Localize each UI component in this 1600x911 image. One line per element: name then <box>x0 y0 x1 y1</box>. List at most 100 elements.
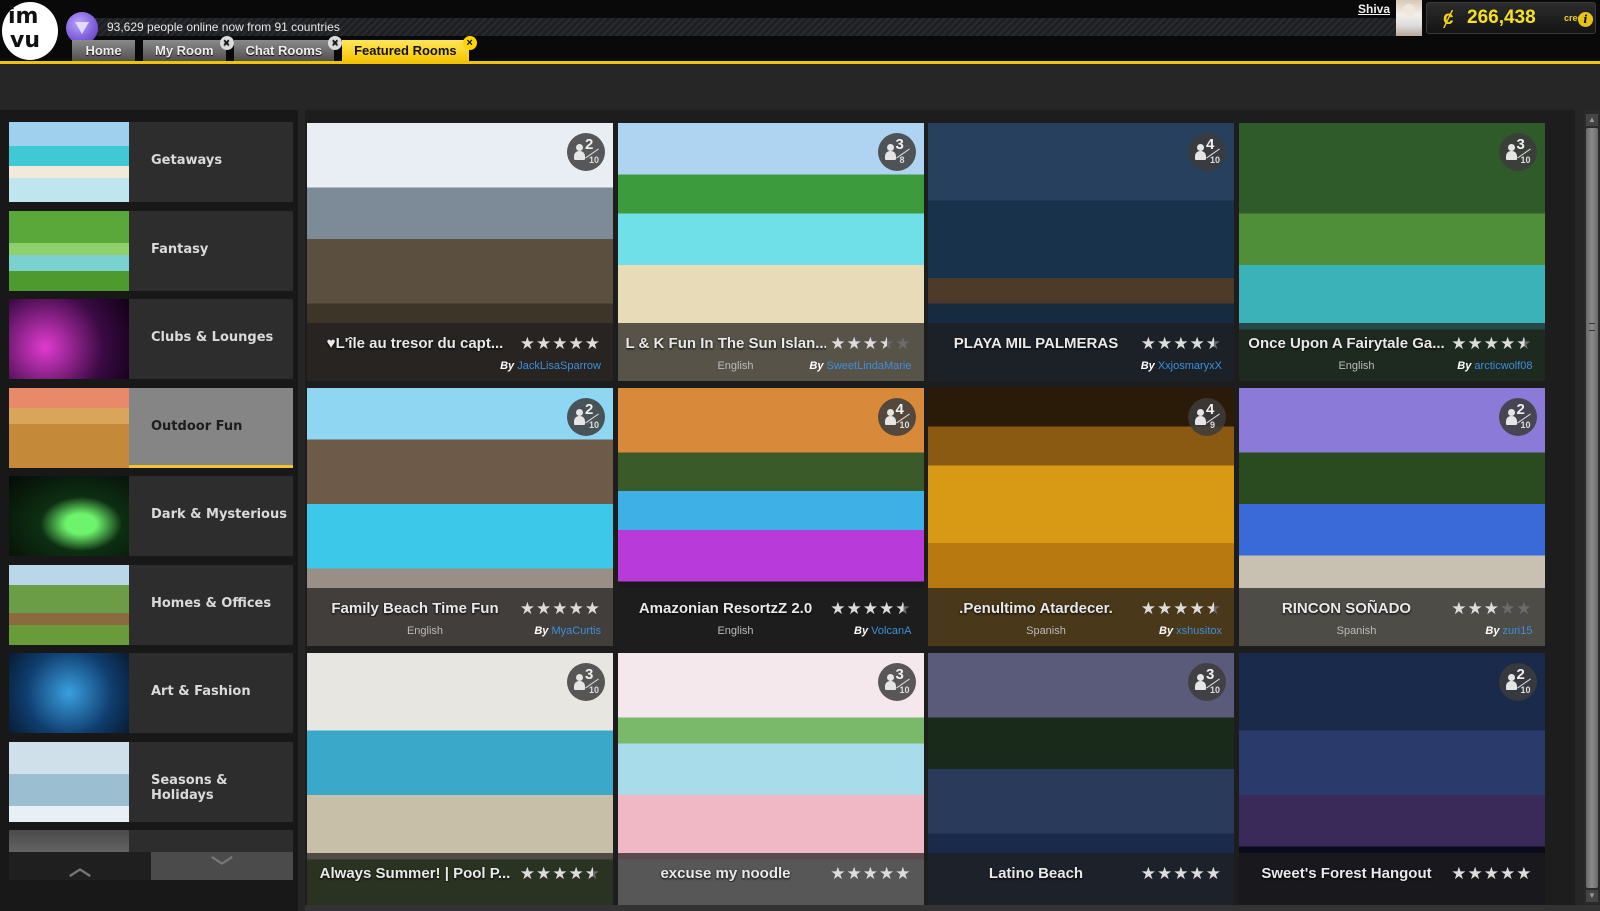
sidebar-item-homes-offices[interactable]: Homes & Offices <box>9 564 293 645</box>
star-full-icon: ★ <box>536 599 553 618</box>
scroll-up-arrow-icon[interactable]: ▲ <box>1586 114 1598 126</box>
author-link[interactable]: JackLisaSparrow <box>517 360 601 372</box>
tab-label: Home <box>85 43 122 58</box>
author-link[interactable]: SweetLindaMarie <box>827 360 912 372</box>
star-full-icon: ★ <box>1451 334 1468 353</box>
room-card[interactable]: 3 10 Latino Beach ★★★★★ <box>928 653 1234 911</box>
room-rating: ★★★★★ <box>520 599 601 619</box>
close-icon[interactable]: × <box>328 36 343 50</box>
star-full-icon: ★ <box>552 599 569 618</box>
room-rating: ★★★★★ <box>520 864 601 884</box>
category-thumbnail <box>9 210 129 291</box>
room-rating: ★★★★★ <box>1451 599 1532 619</box>
credits-panel[interactable]: ȼ 266,438 credits i <box>1426 2 1596 34</box>
author-link[interactable]: zuri15 <box>1503 625 1533 637</box>
room-title[interactable]: .Penultimo Atardecer. <box>936 600 1136 617</box>
room-card[interactable]: 2 10 Family Beach Time Fun ★★★★★ English By M… <box>307 388 613 646</box>
sidebar-item-seasons-holidays[interactable]: Seasons & Holidays <box>9 741 293 822</box>
sidebar-item-outdoor-fun[interactable]: Outdoor Fun <box>9 387 293 468</box>
by-label: By <box>500 360 515 372</box>
room-title[interactable]: Sweet's Forest Hangout <box>1247 865 1447 882</box>
star-full-icon: ★ <box>879 599 896 618</box>
room-card[interactable]: 3 10 Once Upon A Fairytale Ga... ★★★★★ Engli… <box>1238 123 1545 381</box>
star-full-icon: ★ <box>830 599 847 618</box>
author-link[interactable]: xshusitox <box>1176 625 1222 637</box>
occupancy-badge: 3 10 <box>1498 133 1537 171</box>
tab-my-room[interactable]: My Room × <box>143 36 234 62</box>
scrollbar[interactable]: ▲ ▼ <box>1584 110 1600 911</box>
tab-featured-rooms[interactable]: Featured Rooms × <box>342 36 477 62</box>
room-info-bar: L & K Fun In The Sun Islan... ★★★★★ Englis… <box>617 323 924 381</box>
sidebar-item-dark-mysterious[interactable]: Dark & Mysterious <box>9 476 293 556</box>
bottom-strip <box>305 905 1600 911</box>
room-card[interactable]: 38L & K Fun In The Sun Islan... ★★★★★ Engl… <box>617 123 924 381</box>
occupancy-badge: 4 10 <box>877 398 916 436</box>
sidebar-item-clubs-lounges[interactable]: Clubs & Lounges <box>9 299 293 379</box>
room-owner: By VolcanA <box>854 625 912 637</box>
room-card[interactable]: 2 10 ♥L'île au tresor du capt... ★★★★★ By Ja… <box>307 123 613 381</box>
author-link[interactable]: arcticwolf08 <box>1474 360 1532 372</box>
sidebar-item-fantasy[interactable]: Fantasy <box>9 210 293 291</box>
room-title[interactable]: Always Summer! | Pool P... <box>315 865 515 882</box>
star-full-icon: ★ <box>1189 334 1206 353</box>
room-title[interactable]: Once Upon A Fairytale Ga... <box>1247 335 1447 352</box>
category-thumbnail <box>9 476 129 556</box>
tab-chat-rooms[interactable]: Chat Rooms × <box>233 36 343 62</box>
grip-icon <box>1589 323 1595 331</box>
scroll-down-arrow-icon[interactable]: ▼ <box>1586 890 1598 902</box>
room-title[interactable]: Amazonian ResortzZ 2.0 <box>626 600 826 617</box>
room-title[interactable]: Family Beach Time Fun <box>315 600 515 617</box>
star-full-icon: ★ <box>1467 864 1484 883</box>
imvu-app: im vu 93,629 people online now from 91 c… <box>0 0 1600 911</box>
room-title[interactable]: RINCON SOÑADO <box>1247 600 1447 617</box>
room-rating: ★★★★★ <box>830 864 911 884</box>
room-title[interactable]: L & K Fun In The Sun Islan... <box>626 335 826 352</box>
star-full-icon: ★ <box>1173 599 1190 618</box>
room-rating: ★★★★★ <box>1141 864 1222 884</box>
star-full-icon: ★ <box>1483 864 1500 883</box>
room-info-bar: excuse my noodle ★★★★★ <box>617 853 924 911</box>
room-card[interactable]: 2 10 Sweet's Forest Hangout ★★★★★ <box>1238 653 1545 911</box>
person-icon <box>1195 144 1206 160</box>
avatar[interactable] <box>1396 0 1422 36</box>
username-link[interactable]: Shiva <box>1358 2 1390 16</box>
scroll-thumb[interactable] <box>1586 128 1598 888</box>
room-card[interactable]: 2 10 RINCON SOÑADO ★★★★★ Spanish By zuri15 <box>1238 388 1545 646</box>
room-info-bar: Latino Beach ★★★★★ <box>928 853 1234 911</box>
room-title[interactable]: PLAYA MIL PALMERAS <box>936 335 1136 352</box>
occupancy-badge: 2 10 <box>1498 398 1537 436</box>
star-full-icon: ★ <box>568 864 585 883</box>
room-title[interactable]: ♥L'île au tresor du capt... <box>315 335 515 352</box>
by-label: By <box>1159 625 1174 637</box>
room-capacity: 9 <box>1210 420 1216 430</box>
room-card[interactable]: 4 10 Amazonian ResortzZ 2.0 ★★★★★ English By … <box>617 388 924 646</box>
room-card[interactable]: 4 10 PLAYA MIL PALMERAS ★★★★★ By XxjosmaryxX <box>928 123 1234 381</box>
author-link[interactable]: VolcanA <box>871 625 911 637</box>
chevron-down-icon[interactable]: ﹀ <box>151 852 293 880</box>
room-title[interactable]: Latino Beach <box>936 865 1136 882</box>
room-capacity: 10 <box>1210 685 1221 695</box>
sidebar-item-getaways[interactable]: Getaways <box>9 122 293 202</box>
occupancy-badge: 2 10 <box>567 398 605 436</box>
star-half-icon: ★ <box>1205 334 1222 353</box>
star-full-icon: ★ <box>1451 599 1468 618</box>
top-bar: im vu 93,629 people online now from 91 c… <box>0 0 1600 64</box>
author-link[interactable]: MyaCurtis <box>551 625 601 637</box>
star-full-icon: ★ <box>1157 864 1174 883</box>
imvu-logo[interactable]: im vu <box>0 0 62 64</box>
sidebar-item-art-fashion[interactable]: Art & Fashion <box>9 653 293 733</box>
room-language: English <box>406 625 444 637</box>
room-card[interactable]: 3 10 Always Summer! | Pool P... ★★★★★ <box>307 653 613 911</box>
category-label: Art & Fashion <box>151 684 251 699</box>
tab-home[interactable]: Home <box>72 40 135 62</box>
room-title[interactable]: excuse my noodle <box>626 865 826 882</box>
occupant-count: 2 <box>585 401 594 418</box>
info-icon[interactable]: i <box>1578 12 1593 27</box>
room-card[interactable]: 3 10 excuse my noodle ★★★★★ <box>617 653 924 911</box>
chevron-up-icon[interactable]: ︿ <box>9 852 151 880</box>
author-link[interactable]: XxjosmaryxX <box>1158 360 1222 372</box>
star-empty-icon: ★ <box>1500 599 1517 618</box>
close-icon[interactable]: × <box>219 36 234 50</box>
close-icon[interactable]: × <box>462 36 477 50</box>
room-card[interactable]: 4 9 .Penultimo Atardecer. ★★★★★ Spanish By xs… <box>928 388 1234 646</box>
